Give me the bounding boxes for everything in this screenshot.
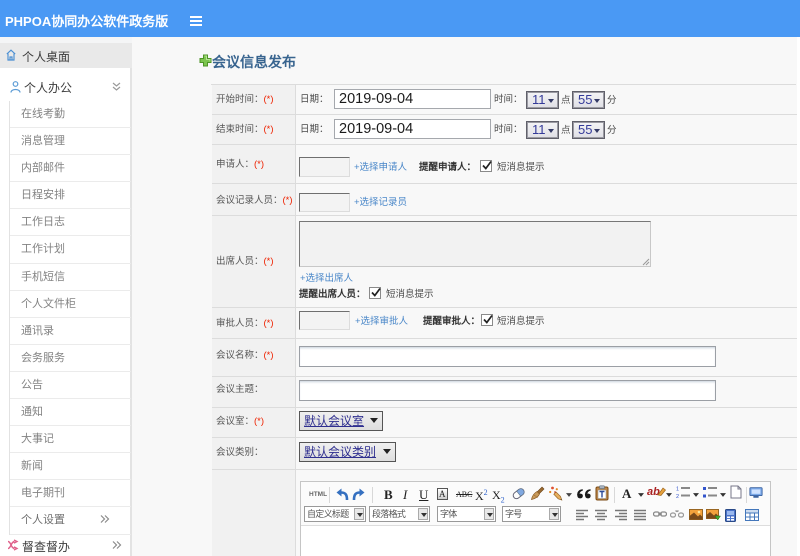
svg-text:1: 1 (676, 487, 679, 493)
svg-text:2: 2 (676, 494, 679, 499)
